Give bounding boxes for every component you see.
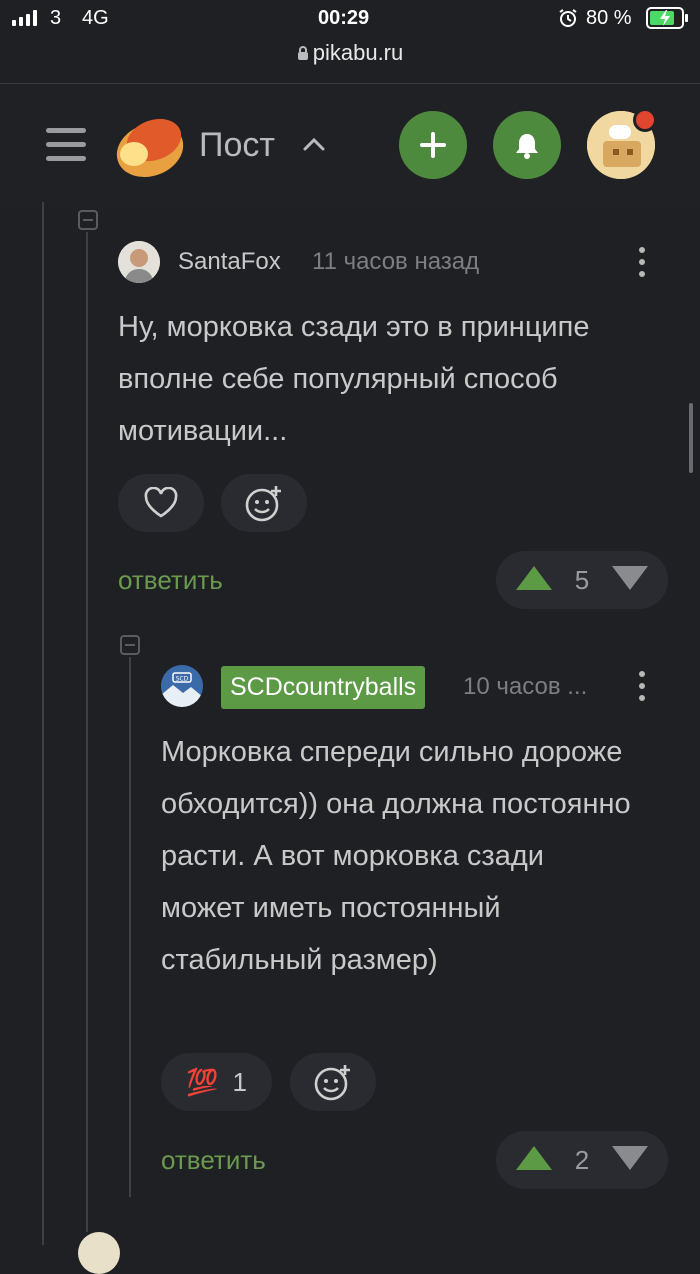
avatar[interactable]	[78, 1232, 120, 1274]
lock-icon	[297, 41, 309, 60]
clock: 00:29	[318, 7, 370, 29]
emoji-add-icon	[314, 1065, 350, 1101]
comment-text: Морковка спереди сильно дороже обходится…	[161, 736, 631, 976]
reaction-count: 1	[232, 1066, 247, 1097]
plus-icon	[420, 132, 446, 158]
menu-icon[interactable]	[46, 126, 86, 162]
notification-dot	[633, 108, 657, 132]
vote-box: 2	[496, 1131, 668, 1189]
avatar[interactable]: SCD	[161, 665, 203, 707]
notifications-button[interactable]	[493, 111, 561, 179]
hundred-points-icon: 💯	[186, 1066, 219, 1097]
upvote-button[interactable]	[514, 1144, 554, 1177]
alarm-icon	[558, 8, 578, 28]
status-bar: 3 4G 00:29 80 % pikabu.ru	[0, 0, 700, 84]
chevron-up-icon[interactable]	[302, 136, 326, 152]
thread-line	[86, 232, 88, 1232]
app-header: Пост	[0, 84, 700, 202]
add-post-button[interactable]	[399, 111, 467, 179]
author-badge[interactable]: SCDcountryballs	[221, 666, 426, 709]
bell-icon	[516, 134, 538, 159]
collapse-button[interactable]	[120, 635, 140, 655]
add-reaction-button[interactable]	[290, 1053, 376, 1111]
thread-line	[129, 657, 131, 1197]
thread-line	[42, 202, 44, 1245]
emoji-add-icon	[245, 486, 281, 522]
collapse-button[interactable]	[78, 210, 98, 230]
comment-author: SCDcountryballs	[230, 673, 417, 701]
browser-url[interactable]: pikabu.ru	[0, 40, 700, 66]
reply-link[interactable]: ответить	[161, 1145, 266, 1176]
upvote-button[interactable]	[514, 564, 554, 597]
pikabu-logo[interactable]	[110, 110, 186, 180]
vote-box: 5	[496, 551, 668, 609]
battery-icon	[646, 6, 690, 30]
rating-value: 2	[574, 1144, 590, 1175]
reaction-button[interactable]: 💯 1	[161, 1053, 272, 1111]
scrollbar[interactable]	[689, 403, 693, 473]
more-options-icon[interactable]	[639, 671, 645, 701]
reply-link[interactable]: ответить	[118, 565, 223, 596]
avatar[interactable]	[118, 241, 160, 283]
downvote-button[interactable]	[610, 564, 650, 597]
comment-time: 11 часов назад	[312, 248, 480, 275]
comment-text: Ну, морковка сзади это в принципе вполне…	[118, 311, 590, 447]
avatar-label: SCD	[176, 676, 189, 683]
signal-icon	[12, 10, 37, 26]
more-options-icon[interactable]	[639, 247, 645, 277]
add-reaction-button[interactable]	[221, 474, 307, 532]
url-text: pikabu.ru	[312, 40, 404, 65]
heart-icon	[144, 487, 178, 518]
comment-author[interactable]: SantaFox	[178, 248, 281, 276]
downvote-button[interactable]	[610, 1144, 650, 1177]
carrier-label: 3	[50, 7, 62, 29]
like-button[interactable]	[118, 474, 204, 532]
network-label: 4G	[82, 7, 109, 29]
rating-value: 5	[574, 564, 590, 595]
battery-percent: 80 %	[586, 7, 632, 29]
page-title: Пост	[199, 126, 275, 164]
comment-time: 10 часов ...	[463, 673, 588, 700]
